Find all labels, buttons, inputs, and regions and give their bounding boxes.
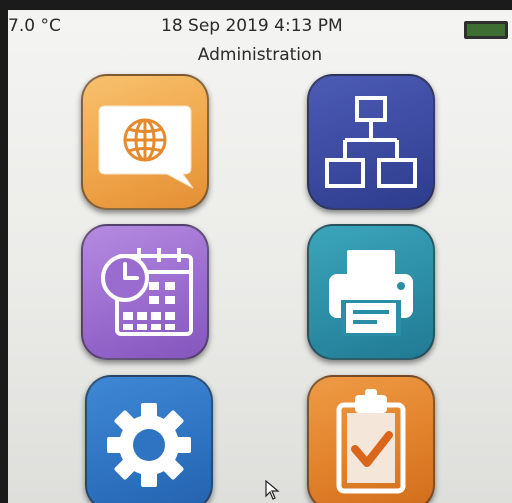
tile-network[interactable]	[307, 74, 435, 210]
tile-checklist[interactable]	[307, 375, 435, 503]
gear-icon	[107, 403, 191, 487]
device-screen: 7.0 °C 18 Sep 2019 4:13 PM Administratio…	[8, 10, 512, 503]
printer-icon	[329, 250, 413, 336]
temperature-readout: 7.0 °C	[8, 16, 61, 36]
tile-printer[interactable]	[307, 224, 435, 360]
tile-globe[interactable]	[81, 74, 209, 210]
battery-icon	[464, 21, 508, 39]
clipboard-check-icon	[336, 389, 406, 494]
globe-chat-icon	[98, 105, 194, 189]
tile-schedule[interactable]	[81, 224, 209, 360]
network-icon	[325, 96, 417, 188]
tile-settings[interactable]	[85, 375, 213, 503]
page-title: Administration	[197, 45, 323, 65]
calendar-clock-icon	[101, 248, 193, 336]
datetime-readout: 18 Sep 2019 4:13 PM	[161, 16, 343, 36]
mouse-pointer-icon	[265, 480, 280, 500]
